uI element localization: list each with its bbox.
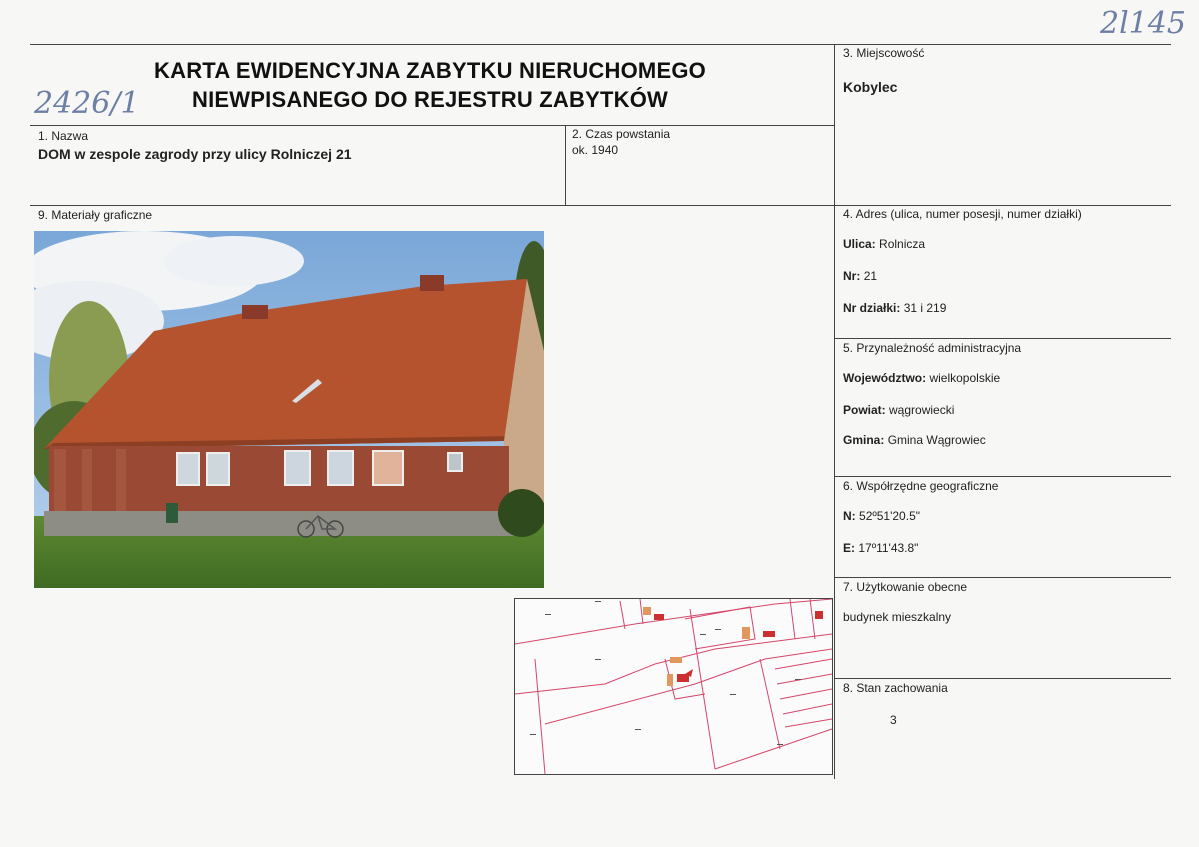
wojewodztwo-key: Województwo: (843, 371, 927, 385)
czas-label: 2. Czas powstania (572, 127, 671, 141)
adres-label: 4. Adres (ulica, numer posesji, numer dz… (843, 207, 1082, 221)
dzialki-value: 31 i 219 (903, 301, 947, 315)
rule-top (30, 44, 1171, 45)
latitude-row: N: 52º51'20.5" (843, 509, 920, 523)
wojewodztwo-value: wielkopolskie (929, 371, 1001, 385)
longitude-row: E: 17º11'43.8" (843, 541, 918, 555)
ulica-key: Ulica: (843, 237, 876, 251)
ulica-row: Ulica: Rolnicza (843, 237, 925, 251)
latitude-key: N: (843, 509, 856, 523)
dzialki-key: Nr działki: (843, 301, 901, 315)
miejscowosc-value: Kobylec (843, 79, 898, 95)
record-card: 2l145 2426/1 KARTA EWIDENCYJNA ZABYTKU N… (0, 0, 1199, 847)
cadastral-map (514, 598, 833, 775)
rule-header-bottom (30, 205, 1171, 206)
stan-value: 3 (890, 713, 897, 727)
handwritten-number-top: 2l145 (1100, 6, 1186, 41)
rule-right-5 (834, 338, 1171, 339)
miejscowosc-label: 3. Miejscowość (843, 46, 925, 60)
gmina-row: Gmina: Gmina Wągrowiec (843, 433, 986, 447)
materialy-label: 9. Materiały graficzne (38, 208, 153, 222)
nazwa-label: 1. Nazwa (38, 129, 89, 143)
rule-title-bottom (30, 125, 834, 126)
nr-key: Nr: (843, 269, 861, 283)
nazwa-value: DOM w zespole zagrody przy ulicy Rolnicz… (38, 146, 352, 162)
rule-right-7 (834, 577, 1171, 578)
latitude-value: 52º51'20.5" (859, 509, 920, 523)
rule-vertical-czas (565, 125, 566, 205)
document-title-line2: NIEWPISANEGO DO REJESTRU ZABYTKÓW (192, 87, 668, 112)
house-photo (34, 231, 544, 588)
uzytkowanie-value: budynek mieszkalny (843, 610, 952, 624)
dzialki-row: Nr działki: 31 i 219 (843, 301, 946, 315)
powiat-value: wągrowiecki (889, 403, 955, 417)
document-title-line1: KARTA EWIDENCYJNA ZABYTKU NIERUCHOMEGO (154, 58, 706, 83)
gmina-key: Gmina: (843, 433, 885, 447)
rule-right-6 (834, 476, 1171, 477)
longitude-value: 17º11'43.8" (858, 541, 919, 555)
wojewodztwo-row: Województwo: wielkopolskie (843, 371, 1000, 385)
rule-vertical-main (834, 44, 835, 779)
rule-right-8 (834, 678, 1171, 679)
ulica-value: Rolnicza (879, 237, 926, 251)
nr-row: Nr: 21 (843, 269, 877, 283)
gmina-value: Gmina Wągrowiec (887, 433, 986, 447)
powiat-key: Powiat: (843, 403, 886, 417)
wspolrzedne-label: 6. Współrzędne geograficzne (843, 479, 999, 493)
uzytkowanie-label: 7. Użytkowanie obecne (843, 580, 968, 594)
stan-label: 8. Stan zachowania (843, 681, 948, 695)
longitude-key: E: (843, 541, 855, 555)
przynaleznosc-label: 5. Przynależność administracyjna (843, 341, 1022, 355)
nr-value: 21 (863, 269, 878, 283)
powiat-row: Powiat: wągrowiecki (843, 403, 954, 417)
czas-value: ok. 1940 (572, 143, 619, 157)
